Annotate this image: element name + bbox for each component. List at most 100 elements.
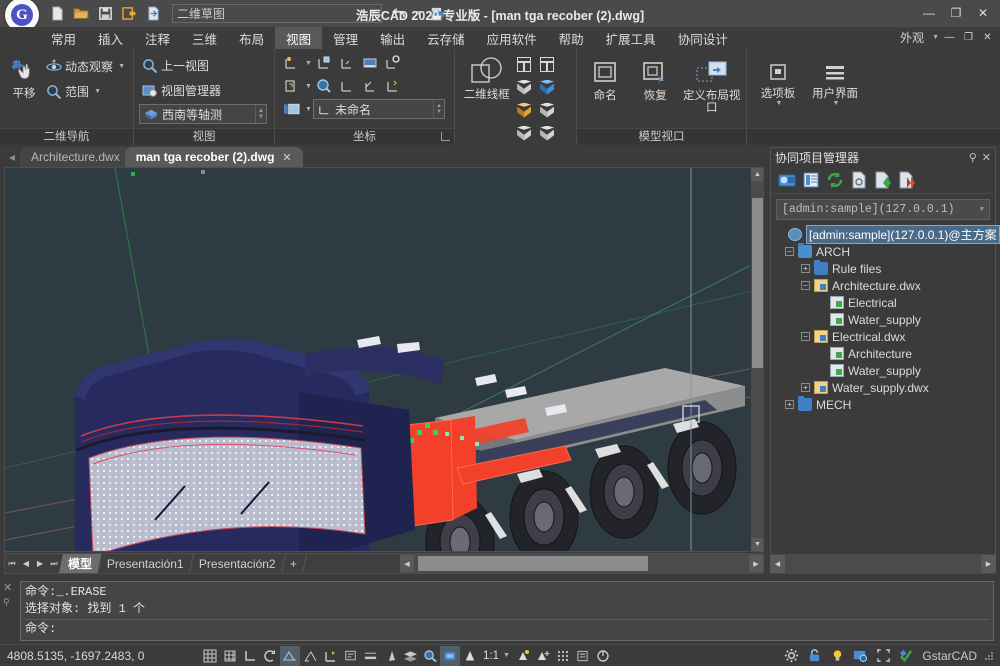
lineweight-icon[interactable]: [360, 646, 380, 666]
annotation-autoscale-icon[interactable]: [513, 646, 533, 666]
panel-close-icon[interactable]: ✕: [982, 151, 991, 164]
ucs-apply-button[interactable]: [382, 75, 404, 97]
dialog-launcher-icon[interactable]: [441, 132, 450, 141]
tree-node-water-supply-dwx[interactable]: + Water_supply.dwx: [775, 379, 995, 396]
zoom-icon[interactable]: [420, 646, 440, 666]
chevron-down-icon[interactable]: ▼: [932, 34, 939, 41]
define-layout-viewport-button[interactable]: 定义布局视口: [682, 57, 741, 114]
tree-node-electrical-dwx[interactable]: − Electrical.dwx: [775, 328, 995, 345]
panel-scroll-right-icon[interactable]: ▶: [981, 555, 996, 573]
close-button[interactable]: ✕: [970, 3, 996, 23]
tree-expander[interactable]: −: [785, 247, 794, 256]
scroll-down-icon[interactable]: ▼: [751, 538, 764, 551]
drawing-canvas[interactable]: MAN: [5, 168, 764, 552]
print-icon[interactable]: [425, 3, 447, 24]
tab-guanli[interactable]: 管理: [322, 27, 369, 49]
ucs-origin-button[interactable]: [280, 52, 302, 74]
chevron-down-icon[interactable]: ▼: [305, 106, 312, 113]
view-manager-button[interactable]: 视图管理器: [139, 79, 224, 102]
chevron-down-icon[interactable]: ▼: [833, 100, 840, 107]
doc-close-button[interactable]: ✕: [979, 29, 996, 46]
horizontal-scroll-thumb[interactable]: [418, 556, 648, 571]
vs-3d-wireframe-button[interactable]: [514, 54, 536, 76]
ucs-manager-button[interactable]: [280, 98, 302, 120]
ucs-name-combo[interactable]: 未命名 ▲▼: [313, 99, 445, 119]
vs-shaded-edges-button[interactable]: [537, 100, 559, 122]
tab-zhushi[interactable]: 注释: [134, 27, 181, 49]
annotation-visibility-icon[interactable]: [460, 646, 480, 666]
qat-more-button[interactable]: ▼: [459, 3, 481, 24]
resize-grip-icon[interactable]: [984, 651, 994, 661]
vs-realistic-button[interactable]: [537, 77, 559, 99]
tab-charu[interactable]: 插入: [87, 27, 134, 49]
project-list-icon[interactable]: [800, 170, 821, 191]
scroll-left-icon[interactable]: ◀: [400, 555, 414, 572]
restore-viewport-button[interactable]: 恢复: [632, 57, 678, 102]
annotation-scale-control[interactable]: 1:1 ▼: [480, 650, 513, 662]
doc-minimize-button[interactable]: —: [941, 29, 958, 46]
tab-shuchu[interactable]: 输出: [369, 27, 416, 49]
tree-node-mech[interactable]: + MECH: [775, 396, 995, 413]
canvas-horizontal-scrollbar[interactable]: ◀ ▶: [400, 554, 763, 573]
canvas-vertical-scrollbar[interactable]: ▲ ▼: [750, 168, 763, 551]
vs-sketchy-button[interactable]: [537, 123, 559, 145]
ucs-previous-button[interactable]: [280, 75, 302, 97]
previous-view-button[interactable]: 上一视图: [139, 54, 212, 77]
checkout-icon[interactable]: [848, 170, 869, 191]
layout-tab-presentacion1[interactable]: Presentación1: [98, 554, 194, 573]
tab-sanwei[interactable]: 三维: [181, 27, 228, 49]
server-connection-combo[interactable]: [admin:sample](127.0.0.1) ▼: [776, 199, 990, 220]
snap-icon[interactable]: [220, 646, 240, 666]
tab-xietongsheji[interactable]: 协同设计: [667, 27, 739, 49]
new-file-icon[interactable]: [46, 3, 68, 24]
user-interface-button[interactable]: 用户界面 ▼: [806, 59, 864, 107]
view-preset-combo[interactable]: 西南等轴测 ▲▼: [139, 104, 267, 124]
command-close-icon[interactable]: ✕: [3, 581, 15, 594]
clean-screen-icon[interactable]: [850, 646, 870, 666]
layout-tab-model[interactable]: 模型: [59, 554, 102, 573]
layout-first-icon[interactable]: ⏮: [5, 554, 19, 573]
zoom-extents-button[interactable]: 范围 ▼: [43, 80, 128, 103]
tab-yuncunchu[interactable]: 云存储: [416, 27, 476, 49]
ucs-face-button[interactable]: [336, 52, 358, 74]
panel-horizontal-scrollbar[interactable]: ◀ ▶: [770, 554, 996, 574]
hardware-accel-icon[interactable]: [573, 646, 593, 666]
layout-tab-presentacion2[interactable]: Presentación2: [190, 554, 286, 573]
tree-node-rule-files[interactable]: + Rule files: [775, 260, 995, 277]
layout-prev-icon[interactable]: ◀: [19, 554, 33, 573]
connect-server-icon[interactable]: [776, 170, 797, 191]
doctab-close-icon[interactable]: ✕: [282, 151, 291, 164]
vs-3d-hidden-button[interactable]: [537, 54, 559, 76]
chevron-down-icon[interactable]: ▼: [503, 652, 510, 659]
layout-next-icon[interactable]: ▶: [33, 554, 47, 573]
selection-cycling-icon[interactable]: [440, 646, 460, 666]
tree-node-electrical-ref[interactable]: Electrical: [775, 294, 995, 311]
minimize-button[interactable]: —: [916, 3, 942, 23]
maximize-button[interactable]: ❐: [943, 3, 969, 23]
scroll-right-icon[interactable]: ▶: [749, 555, 763, 572]
scroll-up-icon[interactable]: ▲: [751, 168, 764, 181]
spinner-icon[interactable]: ▲▼: [255, 105, 266, 123]
tree-node-water-supply-ref-1[interactable]: Water_supply: [775, 311, 995, 328]
tree-expander[interactable]: +: [801, 383, 810, 392]
tree-node-water-supply-ref-2[interactable]: Water_supply: [775, 362, 995, 379]
lightbulb-icon[interactable]: [827, 646, 847, 666]
vs-shaded-button[interactable]: [514, 100, 536, 122]
ucs-world-button[interactable]: [313, 52, 335, 74]
ucs-3point-button[interactable]: [359, 75, 381, 97]
doctab-architecture[interactable]: Architecture.dwx: [20, 147, 131, 167]
undo-dropdown[interactable]: ▼: [412, 3, 423, 24]
tree-expander[interactable]: +: [785, 400, 794, 409]
isolate-objects-icon[interactable]: [593, 646, 613, 666]
undo-checkout-icon[interactable]: [896, 170, 917, 191]
tree-node-architecture-dwx[interactable]: − Architecture.dwx: [775, 277, 995, 294]
tab-buju[interactable]: 布局: [228, 27, 275, 49]
coordinate-readout[interactable]: 4808.5135, -1697.2483, 0: [0, 649, 200, 663]
save-icon[interactable]: [94, 3, 116, 24]
undo-button[interactable]: [388, 3, 410, 24]
ucs-zaxis-button[interactable]: [336, 75, 358, 97]
vertical-scroll-thumb[interactable]: [752, 198, 763, 368]
chevron-down-icon[interactable]: ▼: [118, 63, 125, 70]
vs-conceptual-button[interactable]: [514, 77, 536, 99]
dyn-input-icon[interactable]: [340, 646, 360, 666]
